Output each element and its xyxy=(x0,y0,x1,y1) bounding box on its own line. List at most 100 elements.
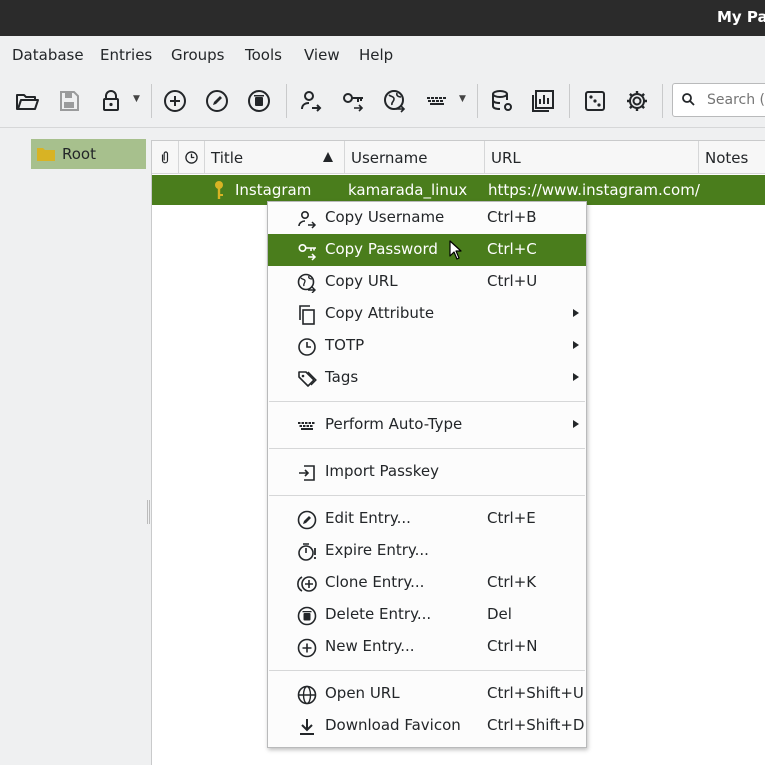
menu-item-shortcut: Ctrl+U xyxy=(487,272,538,290)
auto-type-dropdown-arrow[interactable]: ▼ xyxy=(459,94,469,106)
copy-username-button[interactable] xyxy=(297,87,325,115)
lock-icon xyxy=(103,90,119,111)
database-reports-button[interactable] xyxy=(529,87,557,115)
menu-item-shortcut: Ctrl+E xyxy=(487,509,536,527)
database-settings-button[interactable] xyxy=(488,87,516,115)
copy-username-icon xyxy=(301,91,322,112)
column-username[interactable]: Username xyxy=(345,141,485,174)
clock-icon xyxy=(185,151,198,164)
menu-database[interactable]: Database xyxy=(12,46,84,64)
save-icon xyxy=(60,91,79,111)
menu-item-label: Open URL xyxy=(325,684,400,702)
dice-icon xyxy=(585,91,605,111)
submenu-arrow-icon xyxy=(573,341,579,349)
key-icon xyxy=(298,243,317,261)
menu-copy-password[interactable]: Copy Password Ctrl+C xyxy=(268,234,586,266)
key-icon xyxy=(343,93,364,112)
window-title: My Pas xyxy=(717,8,765,26)
save-database-button[interactable] xyxy=(55,87,83,115)
lock-database-button[interactable] xyxy=(97,87,125,115)
globe-icon xyxy=(384,90,406,113)
search-icon xyxy=(682,93,695,106)
menu-item-label: Copy URL xyxy=(325,272,398,290)
menu-import-passkey[interactable]: Import Passkey xyxy=(268,456,586,488)
copy-icon xyxy=(299,305,315,325)
copy-username-icon xyxy=(298,210,317,229)
timer-icon xyxy=(298,543,316,561)
table-header: Title Username URL Notes xyxy=(152,141,765,174)
copy-password-button[interactable] xyxy=(339,87,367,115)
menu-item-label: Perform Auto-Type xyxy=(325,415,463,433)
add-icon xyxy=(297,638,317,658)
menu-item-shortcut: Ctrl+Shift+U xyxy=(487,684,584,702)
sort-ascending-icon xyxy=(323,152,333,162)
column-title[interactable]: Title xyxy=(205,141,345,174)
menu-item-label: Import Passkey xyxy=(325,462,440,480)
edit-icon xyxy=(206,90,228,112)
menu-item-label: Clone Entry... xyxy=(325,573,425,591)
gear-icon xyxy=(627,91,647,111)
menu-open-url[interactable]: Open URL Ctrl+Shift+U xyxy=(268,678,586,710)
menu-tools[interactable]: Tools xyxy=(245,46,282,64)
group-item-root[interactable]: Root xyxy=(31,139,146,169)
menu-clone-entry[interactable]: Clone Entry... Ctrl+K xyxy=(268,567,586,599)
menu-expire-entry[interactable]: Expire Entry... xyxy=(268,535,586,567)
menu-totp[interactable]: TOTP xyxy=(268,330,586,362)
toolbar-separator xyxy=(477,84,478,118)
column-url[interactable]: URL xyxy=(485,141,699,174)
menu-help[interactable]: Help xyxy=(359,46,393,64)
submenu-arrow-icon xyxy=(573,309,579,317)
context-menu: Copy Username Ctrl+B Copy Password Ctrl+… xyxy=(267,201,587,748)
submenu-arrow-icon xyxy=(573,420,579,428)
menu-item-shortcut: Ctrl+C xyxy=(487,240,537,258)
column-expiry[interactable] xyxy=(179,141,205,174)
menu-new-entry[interactable]: New Entry... Ctrl+N xyxy=(268,631,586,663)
menu-item-shortcut: Ctrl+N xyxy=(487,637,538,655)
password-generator-button[interactable] xyxy=(581,87,609,115)
column-notes[interactable]: Notes xyxy=(699,141,765,174)
menu-item-label: Expire Entry... xyxy=(325,541,429,559)
lock-dropdown-arrow[interactable]: ▼ xyxy=(133,94,143,106)
toolbar: ▼ ▼ xyxy=(0,74,765,128)
clock-icon xyxy=(298,338,316,356)
menu-perform-auto-type[interactable]: Perform Auto-Type xyxy=(268,409,586,441)
menu-download-favicon[interactable]: Download Favicon Ctrl+Shift+D xyxy=(268,710,586,742)
search-input[interactable] xyxy=(707,90,765,110)
menu-edit-entry[interactable]: Edit Entry... Ctrl+E xyxy=(268,503,586,535)
menu-entries[interactable]: Entries xyxy=(100,46,152,64)
entry-key-icon xyxy=(215,181,223,199)
menu-item-label: Delete Entry... xyxy=(325,605,432,623)
menu-item-label: Tags xyxy=(325,368,359,386)
globe-icon xyxy=(297,685,317,705)
menu-delete-entry[interactable]: Delete Entry... Del xyxy=(268,599,586,631)
tag-icon xyxy=(298,371,317,387)
add-entry-button[interactable] xyxy=(161,87,189,115)
column-attachment[interactable] xyxy=(152,141,179,174)
group-tree xyxy=(0,128,148,765)
auto-type-button[interactable] xyxy=(423,87,451,115)
mouse-cursor-icon xyxy=(449,240,462,260)
menu-item-label: Copy Username xyxy=(325,208,445,226)
search-box[interactable] xyxy=(672,83,765,117)
menu-groups[interactable]: Groups xyxy=(171,46,224,64)
menu-separator xyxy=(269,401,585,402)
menu-separator xyxy=(269,448,585,449)
menu-item-label: Download Favicon xyxy=(325,716,461,734)
menu-item-shortcut: Ctrl+K xyxy=(487,573,537,591)
menu-copy-username[interactable]: Copy Username Ctrl+B xyxy=(268,202,586,234)
menu-item-label: New Entry... xyxy=(325,637,415,655)
menu-copy-url[interactable]: Copy URL Ctrl+U xyxy=(268,266,586,298)
settings-button[interactable] xyxy=(623,87,651,115)
delete-entry-button[interactable] xyxy=(245,87,273,115)
copy-url-button[interactable] xyxy=(381,87,409,115)
edit-entry-button[interactable] xyxy=(203,87,231,115)
menu-tags[interactable]: Tags xyxy=(268,362,586,394)
menu-view[interactable]: View xyxy=(304,46,340,64)
group-item-label: Root xyxy=(62,145,96,163)
open-database-button[interactable] xyxy=(13,87,41,115)
globe-icon xyxy=(297,273,316,294)
pane-splitter[interactable] xyxy=(147,500,150,524)
import-icon xyxy=(299,465,315,481)
menu-copy-attribute[interactable]: Copy Attribute xyxy=(268,298,586,330)
toolbar-separator xyxy=(569,84,570,118)
